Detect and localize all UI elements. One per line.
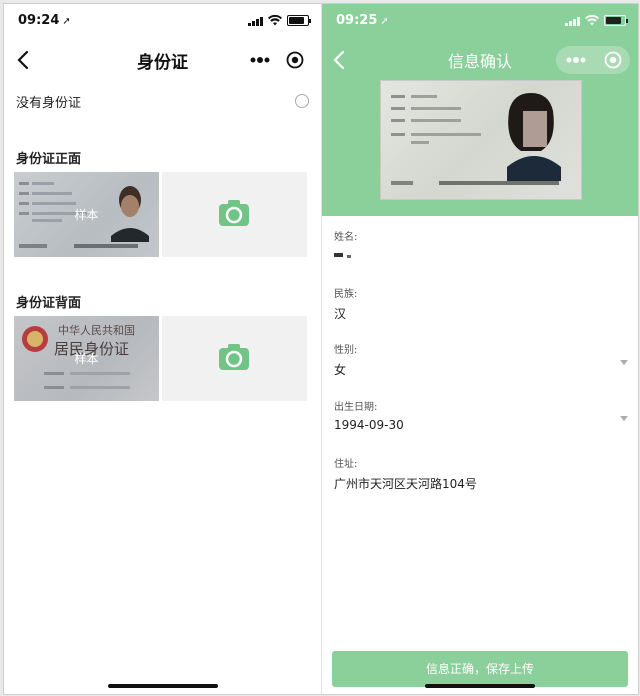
status-time: 09:25 ➚ xyxy=(336,13,389,28)
more-dots-icon[interactable] xyxy=(249,56,271,64)
camera-icon xyxy=(219,344,249,370)
ethnicity-label: 民族: xyxy=(334,289,358,300)
front-section-label: 身份证正面 xyxy=(16,152,82,167)
name-value[interactable] xyxy=(334,248,628,264)
address-label: 住址: xyxy=(334,459,358,470)
back-sample-mark: 样本 xyxy=(74,352,99,366)
screenshot-frame: 09:24 ➚ 身份证 没有身份证 身份证正面 样本 身份证背面 中华人民共和国… xyxy=(3,3,639,695)
back-sample-card: 中华人民共和国 居民身份证 样本 xyxy=(14,316,159,401)
info-confirm-screen: 09:25 ➚ 信息确认 姓名: 民族: 汉 性别: 女 出生日期: 1994-… xyxy=(322,4,638,694)
address-value[interactable]: 广州市天河区天河路104号 xyxy=(334,475,477,492)
home-indicator xyxy=(425,684,535,688)
system-icons xyxy=(248,15,311,26)
wifi-icon xyxy=(268,15,282,26)
name-value-redacted xyxy=(334,253,343,257)
battery-icon xyxy=(604,15,628,26)
status-bar: 09:25 ➚ xyxy=(322,4,638,38)
target-circle-icon[interactable] xyxy=(286,51,304,69)
back-upload-button[interactable] xyxy=(162,316,307,401)
name-value-redacted xyxy=(347,255,351,258)
signal-icon xyxy=(248,16,263,26)
gender-value[interactable]: 女 xyxy=(334,361,346,378)
nav-bar: 身份证 xyxy=(4,38,321,82)
id-card-photo xyxy=(380,80,582,200)
no-id-card-label: 没有身份证 xyxy=(16,96,82,111)
location-arrow-icon: ➚ xyxy=(62,16,71,27)
birth-date-value[interactable]: 1994-09-30 xyxy=(334,418,404,432)
card-back-heading-1: 中华人民共和国 xyxy=(58,324,135,337)
no-id-radio[interactable] xyxy=(295,94,309,108)
more-dots-icon[interactable] xyxy=(565,56,587,64)
signal-icon xyxy=(565,16,580,26)
header-green-area: 09:25 ➚ 信息确认 xyxy=(322,4,638,216)
mini-program-capsule xyxy=(241,46,311,74)
camera-icon xyxy=(219,200,249,226)
ethnicity-value[interactable]: 汉 xyxy=(334,305,346,322)
name-label: 姓名: xyxy=(334,232,358,243)
front-upload-button[interactable] xyxy=(162,172,307,257)
gender-label: 性别: xyxy=(334,345,358,356)
mini-program-capsule xyxy=(556,46,630,74)
id-card-screen: 09:24 ➚ 身份证 没有身份证 身份证正面 样本 身份证背面 中华人民共和国… xyxy=(4,4,322,694)
status-time: 09:24 ➚ xyxy=(18,13,71,28)
birth-date-dropdown-icon[interactable] xyxy=(620,416,628,421)
system-icons xyxy=(565,15,628,26)
birth-date-label: 出生日期: xyxy=(334,402,378,413)
gender-dropdown-icon[interactable] xyxy=(620,360,628,365)
front-sample-mark: 样本 xyxy=(74,208,99,222)
target-circle-icon[interactable] xyxy=(604,51,622,69)
id-card-photo-illustration xyxy=(391,93,561,185)
status-bar: 09:24 ➚ xyxy=(4,4,321,38)
front-sample-card: 样本 xyxy=(14,172,159,257)
confirm-save-button[interactable]: 信息正确，保存上传 xyxy=(332,651,628,687)
battery-icon xyxy=(287,15,311,26)
back-section-label: 身份证背面 xyxy=(16,296,82,311)
home-indicator xyxy=(108,684,218,688)
wifi-icon xyxy=(585,15,599,26)
location-arrow-icon: ➚ xyxy=(380,16,389,27)
no-id-card-row[interactable]: 没有身份证 xyxy=(4,84,321,120)
